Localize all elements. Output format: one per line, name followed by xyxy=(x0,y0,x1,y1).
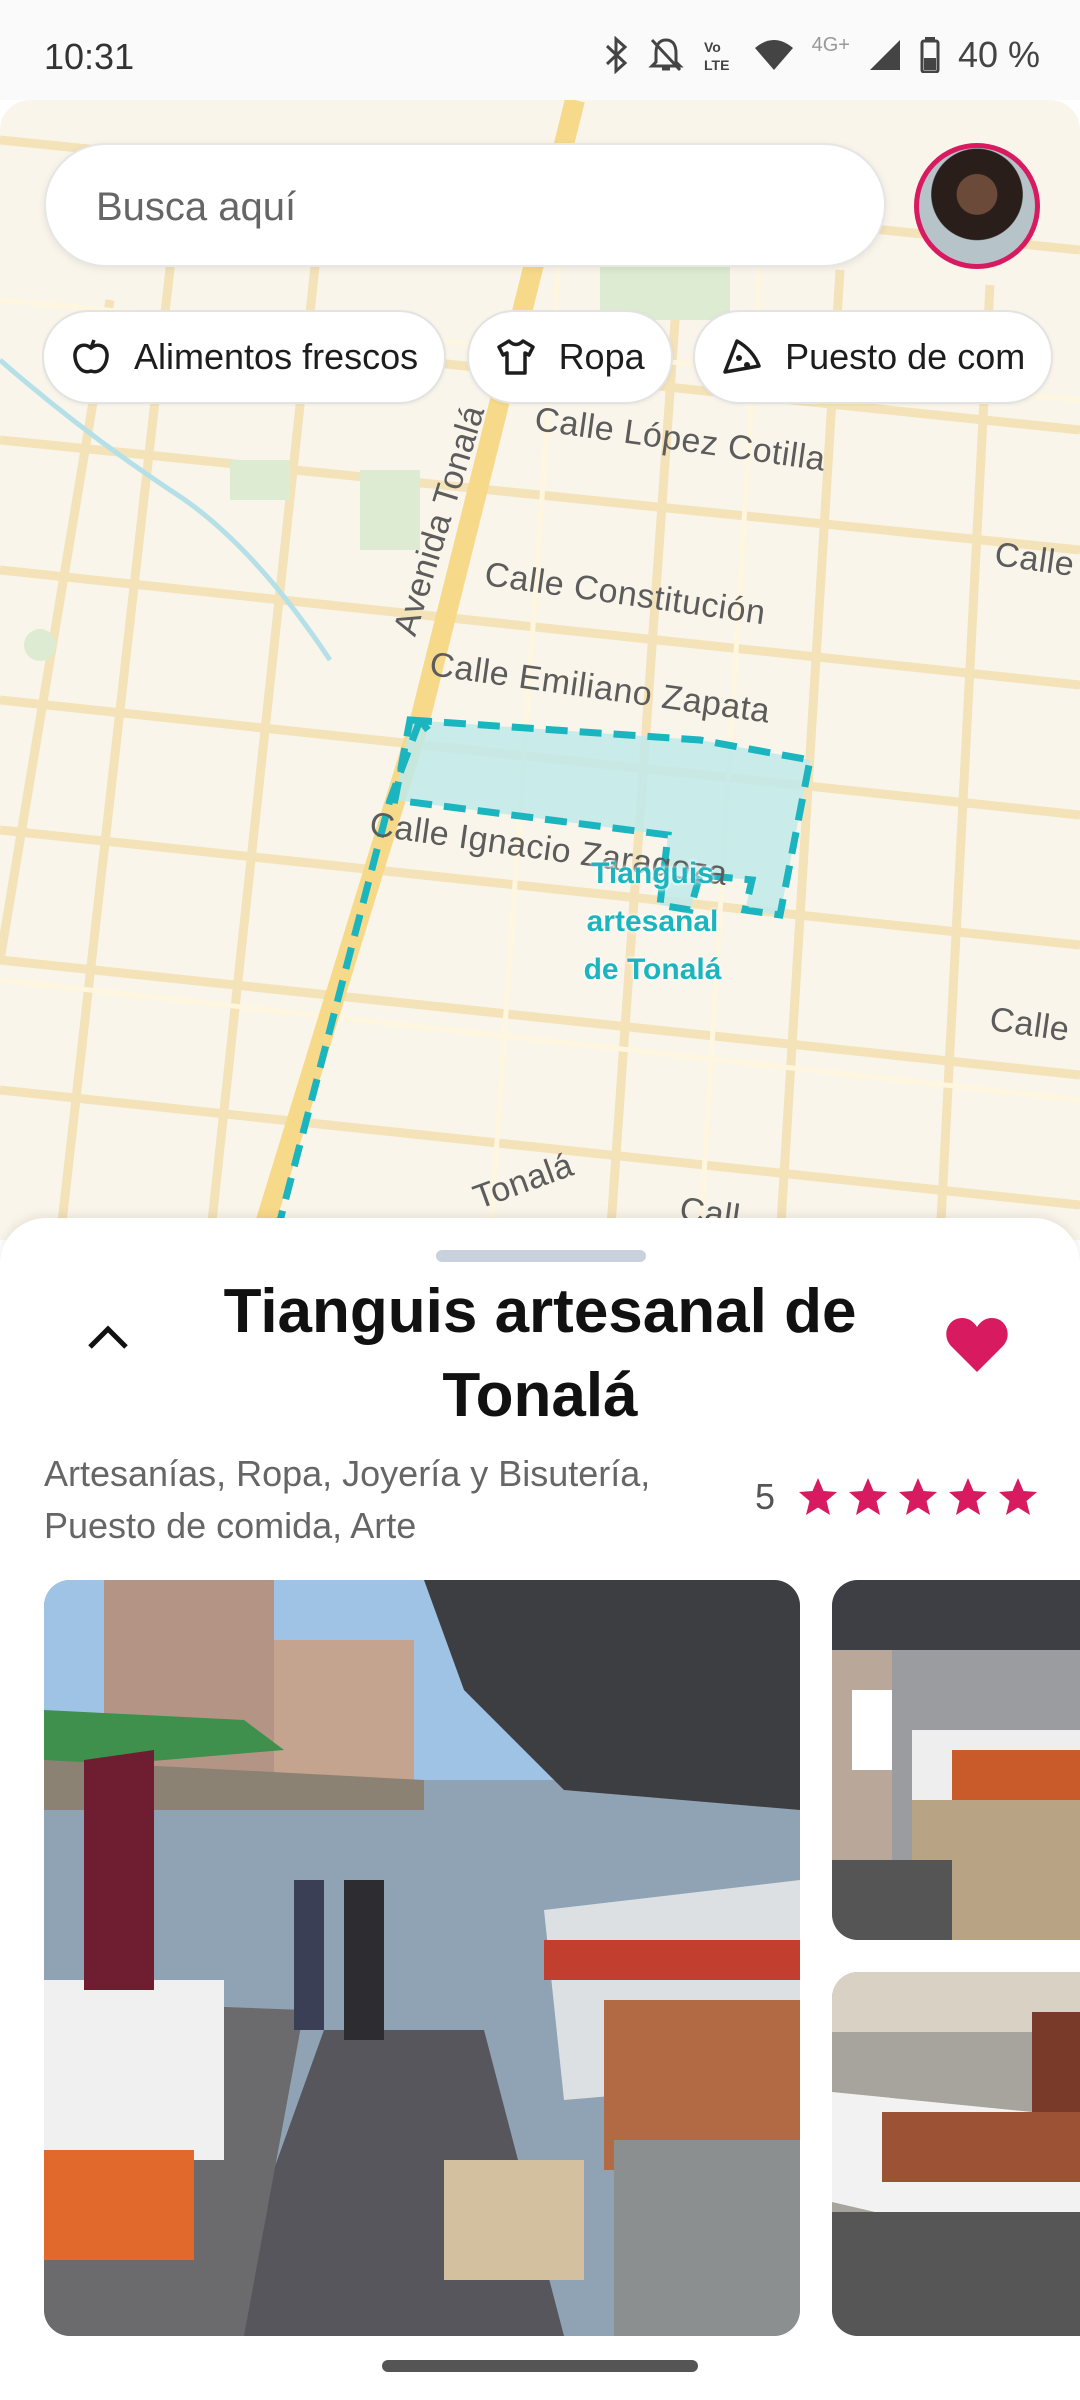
chip-puesto-de-comida[interactable]: Puesto de com xyxy=(693,310,1054,404)
pizza-icon xyxy=(723,339,761,374)
map-view[interactable]: Avenida Tonalá Calle López Cotilla Calle… xyxy=(0,100,1080,1240)
search-input[interactable] xyxy=(96,175,836,239)
home-gesture-handle[interactable] xyxy=(382,2360,698,2372)
drag-handle[interactable] xyxy=(436,1250,646,1262)
market-photo xyxy=(832,1580,1080,1940)
place-bottom-sheet[interactable]: Tianguis artesanal de Tonalá Artesanías,… xyxy=(0,1218,1080,2400)
market-photo xyxy=(44,1580,800,2336)
search-bar[interactable] xyxy=(44,143,886,267)
svg-text:Vo: Vo xyxy=(704,39,721,55)
chip-label: Ropa xyxy=(558,336,645,377)
place-title: Tianguis artesanal de Tonalá xyxy=(223,1277,857,1430)
star-icon xyxy=(999,1478,1038,1515)
wifi-icon xyxy=(754,40,793,70)
place-photo-3[interactable] xyxy=(832,1972,1080,2336)
battery-icon xyxy=(920,37,940,73)
map-poi-label[interactable]: Tianguis artesanal de Tonalá xyxy=(570,850,735,994)
expand-sheet-button[interactable] xyxy=(78,1306,138,1366)
category-chips: Alimentos frescos Ropa Puesto de com xyxy=(42,310,1080,406)
battery-percent: 40 % xyxy=(957,34,1040,75)
apple-icon xyxy=(73,339,109,374)
status-bar: 10:31 Vo LTE 4G+ 40 % xyxy=(0,0,1080,100)
star-icon xyxy=(899,1478,938,1515)
star-icon xyxy=(849,1478,888,1515)
rating-value: 5 xyxy=(755,1476,776,1517)
bluetooth-icon xyxy=(605,36,627,74)
shirt-icon xyxy=(496,339,535,375)
cell-signal-icon xyxy=(869,40,900,70)
star-icon xyxy=(799,1478,838,1515)
place-rating: 5 xyxy=(755,1476,1047,1518)
bell-muted-icon xyxy=(647,38,684,72)
status-time: 10:31 xyxy=(44,36,135,77)
chip-label: Puesto de com xyxy=(785,336,1026,377)
place-categories: Artesanías, Ropa, Joyería y Bisutería, P… xyxy=(44,1453,651,1546)
place-photo-main[interactable] xyxy=(44,1580,800,2336)
system-nav-bar xyxy=(0,2336,1080,2400)
star-icon xyxy=(949,1478,988,1515)
chip-label: Alimentos frescos xyxy=(134,336,419,377)
chevron-up-icon xyxy=(88,1325,128,1349)
place-photo-2[interactable] xyxy=(832,1580,1080,1940)
chip-alimentos-frescos[interactable]: Alimentos frescos xyxy=(42,310,447,404)
network-type-label: 4G+ xyxy=(811,34,850,56)
market-photo xyxy=(832,1972,1080,2336)
status-icons: Vo LTE 4G+ 40 % xyxy=(604,34,1040,76)
svg-text:LTE: LTE xyxy=(704,57,729,73)
volte-icon: Vo LTE xyxy=(704,39,729,73)
chip-ropa[interactable]: Ropa xyxy=(466,310,673,404)
user-avatar[interactable] xyxy=(914,143,1040,269)
favorite-button[interactable] xyxy=(942,1310,1012,1380)
heart-icon xyxy=(946,1318,1008,1372)
